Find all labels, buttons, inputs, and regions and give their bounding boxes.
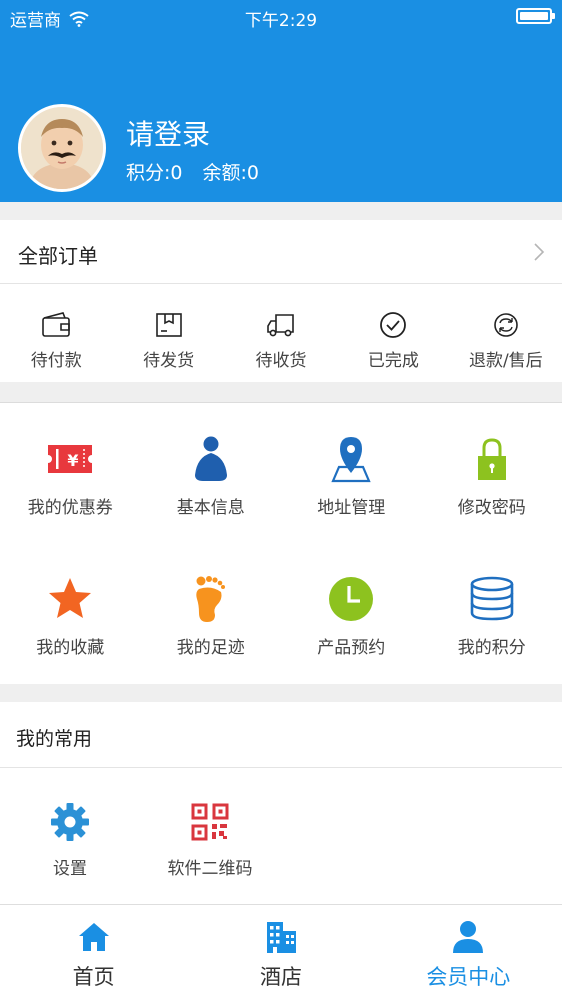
tab-home[interactable]: 首页	[0, 905, 187, 1000]
order-completed[interactable]: 已完成	[337, 284, 449, 382]
truck-icon	[267, 314, 294, 337]
gear-icon	[51, 803, 89, 841]
my-footprints[interactable]: 我的足迹	[141, 575, 282, 658]
change-password[interactable]: 修改密码	[422, 435, 562, 518]
user-stats: 积分:0 余额:0	[126, 158, 259, 185]
coins-stack-icon	[470, 576, 514, 621]
tab-member-center[interactable]: 会员中心	[375, 905, 562, 1000]
basic-info[interactable]: 基本信息	[141, 435, 282, 518]
common-label: 设置	[53, 859, 87, 879]
common-label: 软件二维码	[167, 859, 253, 879]
common-section-title: 我的常用	[16, 728, 93, 750]
feature-label: 我的积分	[457, 638, 526, 658]
feature-label: 地址管理	[317, 498, 386, 518]
check-circle-icon	[380, 312, 407, 338]
tab-label: 会员中心	[426, 965, 511, 989]
login-prompt[interactable]: 请登录	[126, 113, 210, 153]
points-value: 积分:0	[126, 162, 183, 184]
person-icon	[194, 436, 227, 481]
feature-label: 基本信息	[176, 498, 245, 518]
all-orders-row[interactable]: 全部订单	[0, 220, 562, 284]
map-pin-icon	[331, 437, 371, 483]
order-label: 待发货	[143, 351, 195, 371]
status-time: 下午2:29	[244, 11, 318, 31]
order-pending-payment[interactable]: 待付款	[0, 284, 112, 382]
settings-shortcut[interactable]: 设置	[0, 802, 140, 879]
footprint-icon	[196, 576, 225, 622]
coupon-icon: ¥	[48, 445, 93, 473]
star-icon	[49, 578, 92, 618]
chevron-right-icon	[534, 243, 545, 261]
wallet-icon	[42, 312, 71, 337]
qr-code-icon	[191, 803, 229, 841]
order-pending-receipt[interactable]: 待收货	[225, 284, 337, 382]
address-management[interactable]: 地址管理	[281, 435, 422, 518]
status-bar: 运营商 下午2:29	[0, 0, 562, 34]
bottom-tab-bar: 首页 酒店 会员中心	[0, 904, 562, 1000]
package-icon	[155, 313, 182, 337]
tab-label: 首页	[72, 965, 115, 989]
lock-icon	[477, 438, 506, 480]
home-icon	[78, 923, 109, 951]
battery-icon	[516, 8, 555, 24]
order-status-row: 待付款 待发货 待收货 已完成 退款/售后	[0, 284, 562, 382]
order-label: 已完成	[367, 351, 419, 371]
order-refund[interactable]: 退款/售后	[450, 284, 562, 382]
feature-label: 我的优惠券	[27, 498, 113, 518]
tab-hotel[interactable]: 酒店	[187, 905, 374, 1000]
feature-label: 我的足迹	[176, 638, 245, 658]
feature-label: 产品预约	[317, 638, 386, 658]
svg-text:¥: ¥	[68, 451, 79, 470]
feature-grid: ¥ 我的优惠券 基本信息 地址管理 修改密码 我的收藏 我的足迹 产品预约 我的…	[0, 402, 562, 684]
my-coupons[interactable]: ¥ 我的优惠券	[0, 435, 141, 518]
order-label: 退款/售后	[468, 351, 543, 371]
refund-icon	[494, 313, 518, 337]
feature-label: 修改密码	[457, 498, 526, 518]
my-favorites[interactable]: 我的收藏	[0, 575, 141, 658]
order-label: 待付款	[30, 351, 82, 371]
hotel-icon	[266, 922, 296, 953]
app-qr-code-shortcut[interactable]: 软件二维码	[140, 802, 280, 879]
order-label: 待收货	[255, 351, 307, 371]
all-orders-title: 全部订单	[18, 244, 98, 268]
product-reservation[interactable]: 产品预约	[281, 575, 422, 658]
member-icon	[453, 921, 484, 953]
profile-header: 运营商 下午2:29 请登录 积分:0 余额:0	[0, 0, 562, 202]
common-section: 我的常用 设置 软件二维码	[0, 702, 562, 904]
baby-with-mustache-avatar	[21, 107, 103, 189]
tab-label: 酒店	[259, 965, 302, 989]
clock-icon	[329, 577, 374, 621]
feature-label: 我的收藏	[36, 638, 105, 658]
section-divider	[0, 767, 562, 768]
balance-value: 余额:0	[202, 162, 260, 184]
order-pending-shipment[interactable]: 待发货	[112, 284, 224, 382]
avatar[interactable]	[18, 104, 106, 192]
my-points[interactable]: 我的积分	[422, 575, 562, 658]
